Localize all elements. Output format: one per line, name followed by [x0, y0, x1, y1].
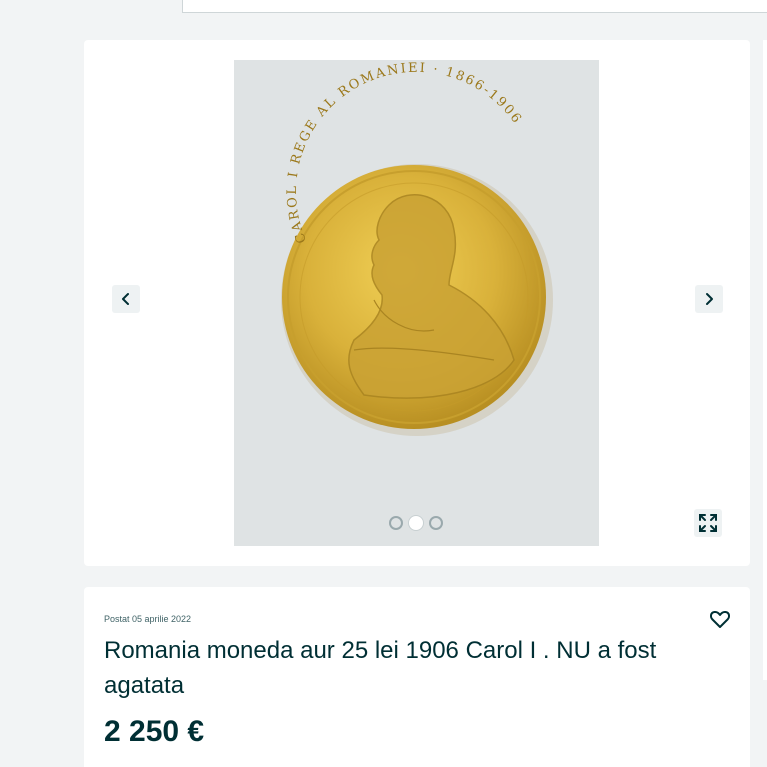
previous-image-button[interactable]	[112, 285, 140, 313]
next-image-button[interactable]	[695, 285, 723, 313]
posted-date: Postat 05 aprilie 2022	[104, 614, 192, 624]
listing-price: 2 250 €	[104, 715, 205, 748]
heart-icon	[709, 610, 731, 628]
image-gallery: CAROL I REGE AL ROMANIEI · 1866-1906	[84, 40, 750, 566]
pagination-dot-3[interactable]	[429, 516, 443, 530]
fullscreen-button[interactable]	[694, 509, 722, 537]
expand-icon	[699, 514, 717, 532]
listing-details: Postat 05 aprilie 2022 Romania moneda au…	[84, 587, 750, 767]
chevron-right-icon	[706, 293, 713, 305]
pagination-dot-2[interactable]	[409, 516, 423, 530]
favorite-button[interactable]	[708, 607, 732, 631]
coin-image: CAROL I REGE AL ROMANIEI · 1866-1906	[234, 60, 599, 546]
pagination-dot-1[interactable]	[389, 516, 403, 530]
chevron-left-icon	[122, 293, 129, 305]
listing-photo[interactable]: CAROL I REGE AL ROMANIEI · 1866-1906	[234, 60, 599, 546]
image-pagination	[389, 516, 443, 530]
listing-title: Romania moneda aur 25 lei 1906 Carol I .…	[104, 637, 657, 699]
search-bar-edge	[182, 0, 767, 13]
sidebar-edge	[763, 40, 767, 680]
